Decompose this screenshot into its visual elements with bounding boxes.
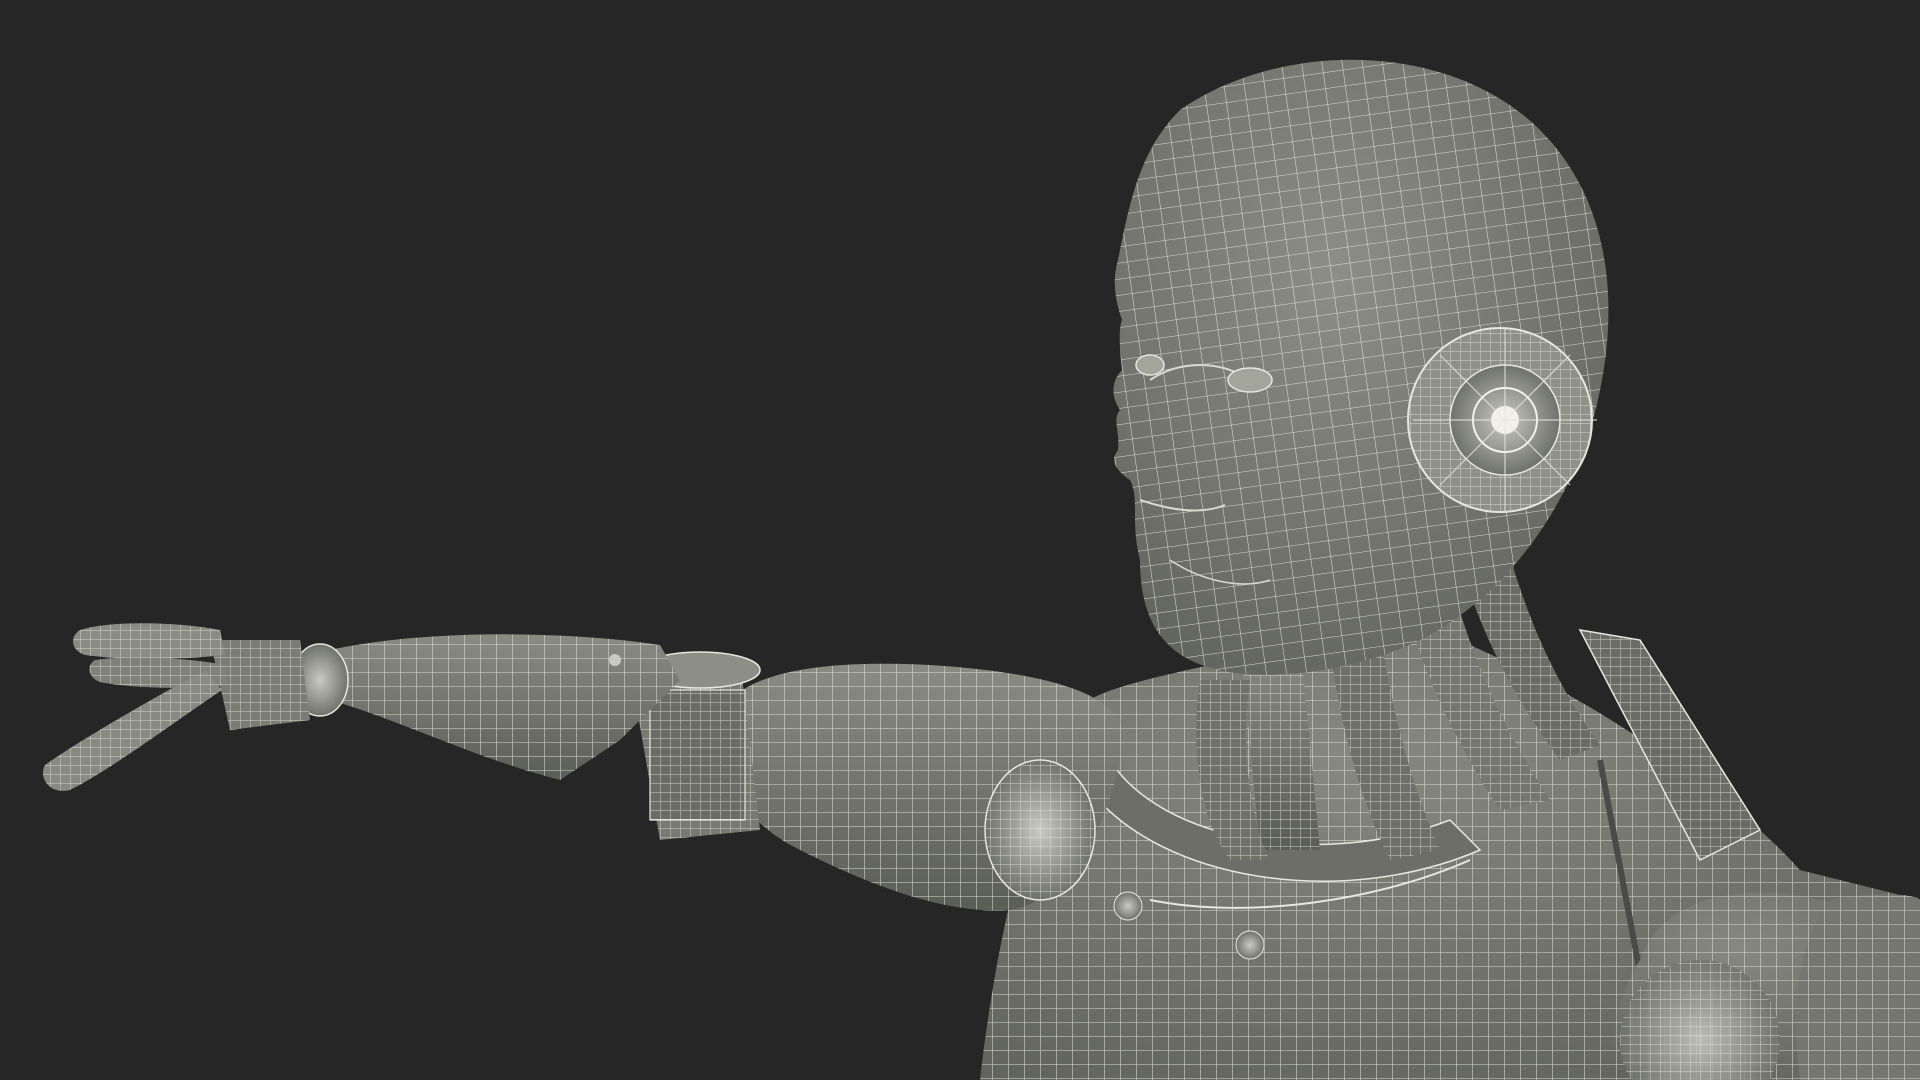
robot-ear-disk	[1407, 327, 1597, 513]
robot-eye	[1135, 354, 1165, 376]
wireframe-robot-render	[0, 0, 1920, 1080]
viewport-canvas	[0, 0, 1920, 1080]
robot-eye	[1227, 367, 1273, 393]
